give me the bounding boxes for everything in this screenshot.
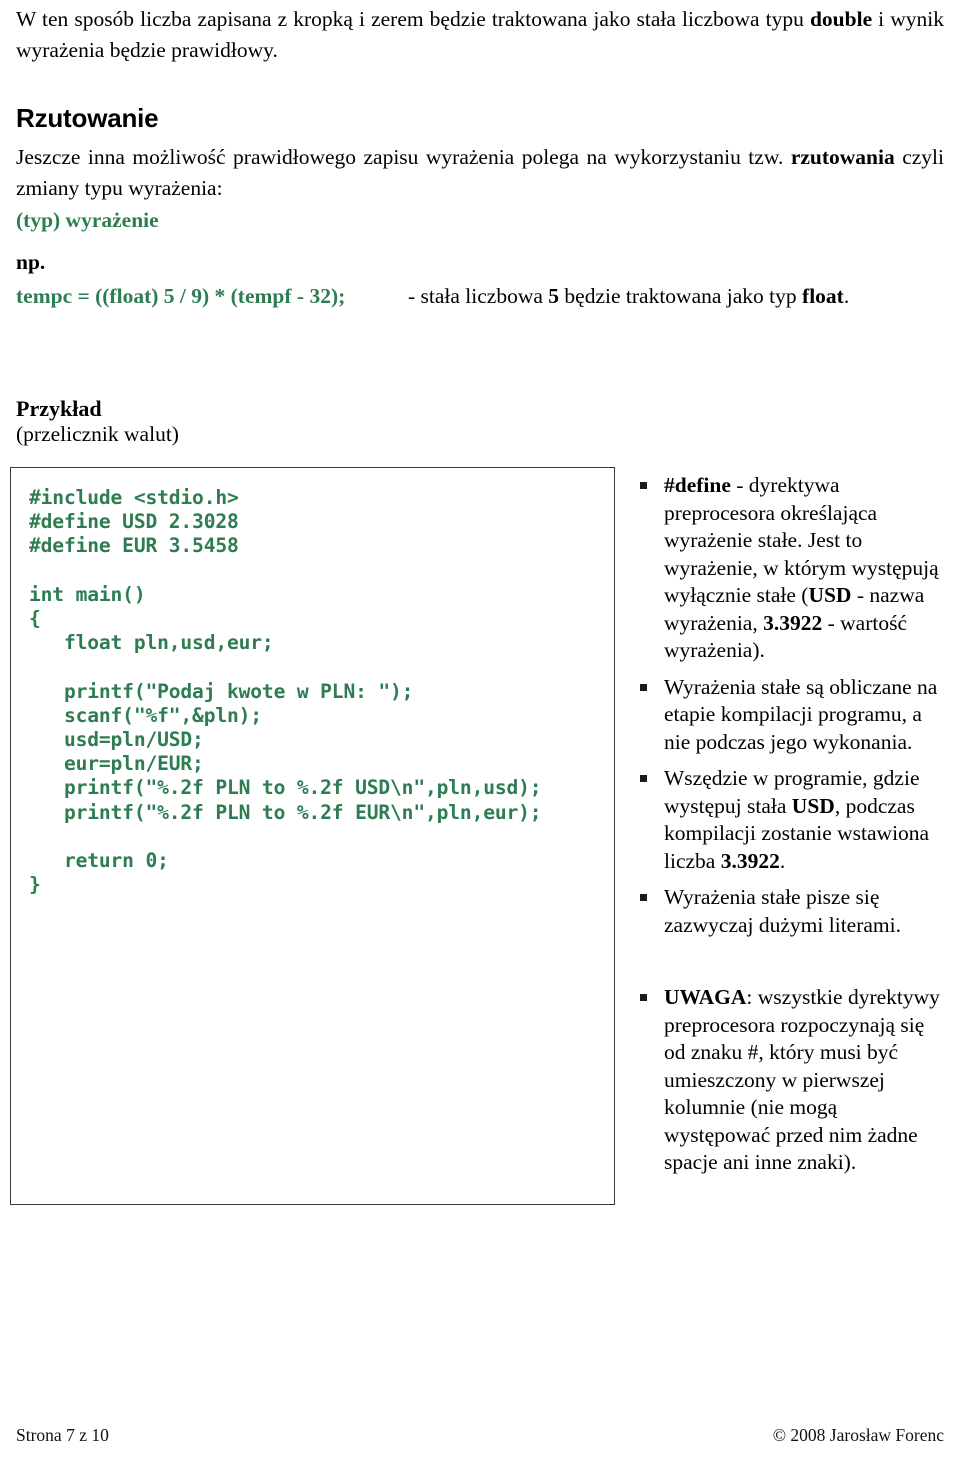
intro-text-before: W ten sposób liczba zapisana z kropką i … [16,7,810,31]
list-item-text: 3.3922 [720,848,780,873]
square-bullet-icon [640,994,647,1001]
document-page: W ten sposób liczba zapisana z kropką i … [0,0,960,1468]
warning-bullet-list: UWAGA: wszystkie dyrektywy preprocesora … [638,984,944,1177]
example-subheading: (przelicznik walut) [16,422,179,446]
cast-note-bold-float: float [802,284,844,308]
list-item: Wyrażenia stałe pisze się zazwyczaj duży… [638,884,944,939]
page-footer: Strona 7 z 10 © 2008 Jarosław Forenc [16,1425,944,1446]
section-text-before: Jeszcze inna możliwość prawidłowego zapi… [16,145,791,169]
cast-note-part3: . [843,284,850,308]
square-bullet-icon [640,683,647,691]
section-heading: Rzutowanie [16,103,159,133]
list-item-text: USD [791,793,835,818]
code-listing-box: #include <stdio.h> #define USD 2.3028 #d… [10,467,615,1205]
square-bullet-icon [640,482,647,489]
cast-note-bold-5: 5 [548,284,560,308]
footer-page-indicator: Strona 7 z 10 [16,1425,109,1445]
list-item-text: : wszystkie dyrektywy preprocesora rozpo… [664,985,940,1174]
list-item: Wyrażenia stałe są obliczane na etapie k… [638,674,944,757]
intro-bold-word: double [809,7,873,31]
section-bold-word: rzutowania [790,145,895,169]
code-listing: #include <stdio.h> #define USD 2.3028 #d… [29,486,542,897]
list-item: UWAGA: wszystkie dyrektywy preprocesora … [638,984,944,1177]
section-paragraph: Jeszcze inna możliwość prawidłowego zapi… [16,142,944,204]
list-item: Wszędzie w programie, gdzie występuj sta… [638,765,944,875]
list-item-text: Wyrażenia stałe pisze się zazwyczaj duży… [664,885,901,937]
list-item-text: #define [664,473,731,497]
notes-bullet-list: #define - dyrektywa preprocesora określa… [638,472,944,939]
list-item-text: . [779,848,786,873]
square-bullet-icon [640,894,647,901]
list-item-text: Wyrażenia stałe są obliczane na etapie k… [664,674,938,754]
example-heading: Przykład [16,396,102,421]
cast-syntax-code: (typ) wyrażenie [16,208,159,232]
list-item: #define - dyrektywa preprocesora określa… [638,472,944,665]
cast-note-part1: - stała liczbowa [408,284,549,308]
footer-copyright: © 2008 Jarosław Forenc [772,1425,944,1445]
np-label: np. [16,250,46,274]
cast-example-row: tempc = ((float) 5 / 9) * (tempf - 32); … [16,284,944,309]
cast-note-part2: będzie traktowana jako typ [559,284,803,308]
list-item-text: USD [808,583,852,607]
list-item-text: 3.3922 [763,610,823,635]
cast-example-code: tempc = ((float) 5 / 9) * (tempf - 32); [16,284,346,308]
list-item-text: UWAGA [664,985,747,1009]
intro-paragraph: W ten sposób liczba zapisana z kropką i … [16,4,944,66]
cast-example-note: - stała liczbowa 5 będzie traktowana jak… [408,284,849,309]
square-bullet-icon [640,775,647,782]
